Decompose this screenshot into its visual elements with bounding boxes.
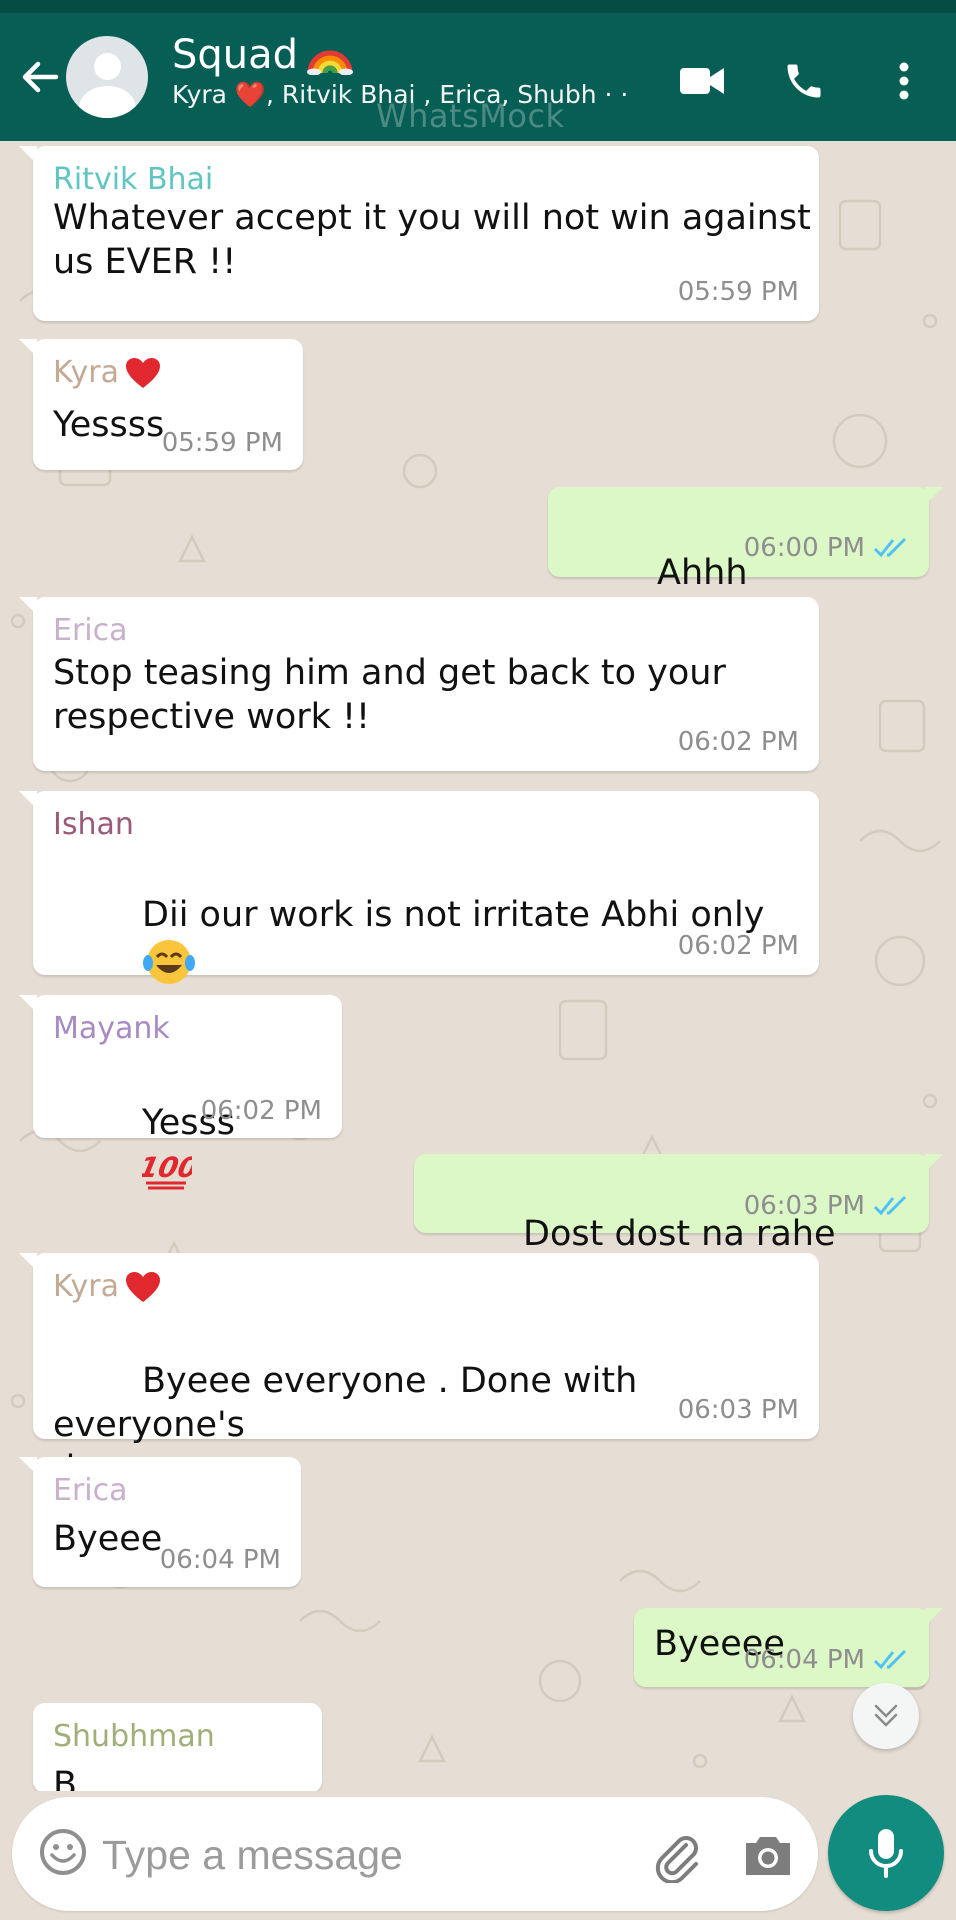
sender-name: Erica <box>53 1473 128 1508</box>
back-button[interactable] <box>14 51 66 103</box>
group-name: Squad <box>172 31 632 79</box>
read-receipt-icon <box>873 1649 907 1670</box>
whatsapp-chat-screen: Squad Kyra ❤️, Ritvik Bhai , Erica, Shub… <box>0 0 956 1920</box>
message-bubble[interactable]: Dost dost na rahe 06:03 PM <box>414 1154 943 1300</box>
message-bubble[interactable]: Kyra Yessss 05:59 PM <box>19 339 303 470</box>
message-sender: Ishan <box>53 807 134 843</box>
sender-name: Erica <box>53 613 128 648</box>
message-sender: Ritvik Bhai <box>53 162 213 198</box>
message-sender: Erica <box>53 1473 128 1509</box>
group-avatar[interactable] <box>66 36 148 118</box>
red-heart-emoji-icon <box>125 1272 160 1302</box>
svg-text:100: 100 <box>142 1151 192 1184</box>
phone-icon <box>787 64 821 98</box>
scroll-to-bottom-button[interactable] <box>853 1683 919 1749</box>
message-time: 05:59 PM <box>161 428 283 458</box>
video-camera-icon <box>680 68 724 94</box>
read-receipt-icon <box>873 1195 907 1216</box>
voice-record-button[interactable] <box>828 1795 944 1911</box>
camera-icon[interactable] <box>740 1827 796 1883</box>
message-list[interactable]: Ritvik Bhai Whatever accept it you will … <box>0 141 956 1793</box>
message-text: Yesss 100 <box>53 1057 235 1235</box>
message-text: Yessss <box>53 405 165 445</box>
sender-name: Kyra <box>53 355 119 390</box>
message-text: Byeee <box>53 1519 163 1559</box>
voice-call-button[interactable] <box>776 53 832 109</box>
message-bubble[interactable]: Ritvik Bhai Whatever accept it you will … <box>19 146 819 321</box>
message-input[interactable] <box>100 1822 624 1888</box>
message-sender: Mayank <box>53 1011 170 1047</box>
message-sender: Kyra <box>53 355 161 391</box>
more-options-button[interactable] <box>876 53 932 109</box>
message-bubble[interactable]: Mayank Yesss 100 06:02 PM <box>19 995 342 1190</box>
message-time: 06:04 PM <box>743 1645 865 1675</box>
sender-name: Shubhman <box>53 1719 215 1754</box>
sender-name: Ritvik Bhai <box>53 162 214 197</box>
rainbow-emoji-icon <box>307 50 354 75</box>
more-vert-icon <box>899 62 909 100</box>
video-call-button[interactable] <box>674 53 730 109</box>
paperclip-icon[interactable] <box>648 1827 704 1883</box>
message-bubble[interactable]: Erica Byeee 06:04 PM <box>19 1457 301 1587</box>
red-heart-emoji-icon <box>125 358 160 388</box>
arrow-left-icon <box>22 61 59 93</box>
chat-header: Squad Kyra ❤️, Ritvik Bhai , Erica, Shub… <box>0 13 956 141</box>
message-sender: Erica <box>53 613 128 649</box>
message-text-content: Dii our work is not irritate Abhi only <box>142 895 765 935</box>
message-time: 06:02 PM <box>677 727 799 757</box>
message-time: 06:03 PM <box>677 1395 799 1425</box>
message-time: 06:00 PM <box>743 533 865 563</box>
message-sender: Kyra <box>53 1269 161 1305</box>
message-time: 05:59 PM <box>677 277 799 307</box>
message-bubble[interactable]: Ishan Dii our work is not irritate Abhi … <box>19 791 819 984</box>
status-bar <box>0 0 956 13</box>
message-text-content: Ahhh <box>657 553 748 593</box>
microphone-icon <box>869 1829 903 1878</box>
message-time: 06:02 PM <box>677 931 799 961</box>
sender-name: Kyra <box>53 1269 119 1304</box>
message-time: 06:02 PM <box>200 1096 322 1126</box>
double-chevron-down-icon <box>874 1704 898 1727</box>
hundred-points-emoji-icon: 100 <box>142 1151 192 1190</box>
message-bubble[interactable]: Byeeee 06:04 PM <box>634 1608 943 1687</box>
sender-name: Ishan <box>53 807 134 842</box>
message-bubble[interactable]: Erica Stop teasing him and get back to y… <box>19 597 819 771</box>
message-text: B <box>53 1765 78 1793</box>
message-time: 06:04 PM <box>159 1545 281 1575</box>
sender-name: Mayank <box>53 1011 170 1046</box>
message-bubble[interactable]: Kyra Byeee everyone . Done with everyone… <box>19 1253 819 1538</box>
tears-of-joy-face-emoji-icon <box>143 940 196 984</box>
group-name-text: Squad <box>172 32 299 78</box>
message-bubble[interactable]: Ahhh 06:00 PM <box>548 487 943 693</box>
read-receipt-icon <box>873 537 907 558</box>
message-bubble[interactable]: Shubhman B <box>33 1703 322 1793</box>
message-text: Whatever accept it you will not win agai… <box>53 198 811 282</box>
message-sender: Shubhman <box>53 1719 215 1755</box>
smiley-icon[interactable] <box>38 1827 88 1877</box>
watermark: WhatsMock <box>376 97 565 135</box>
message-text: Stop teasing him and get back to your re… <box>53 653 726 737</box>
message-time: 06:03 PM <box>743 1191 865 1221</box>
